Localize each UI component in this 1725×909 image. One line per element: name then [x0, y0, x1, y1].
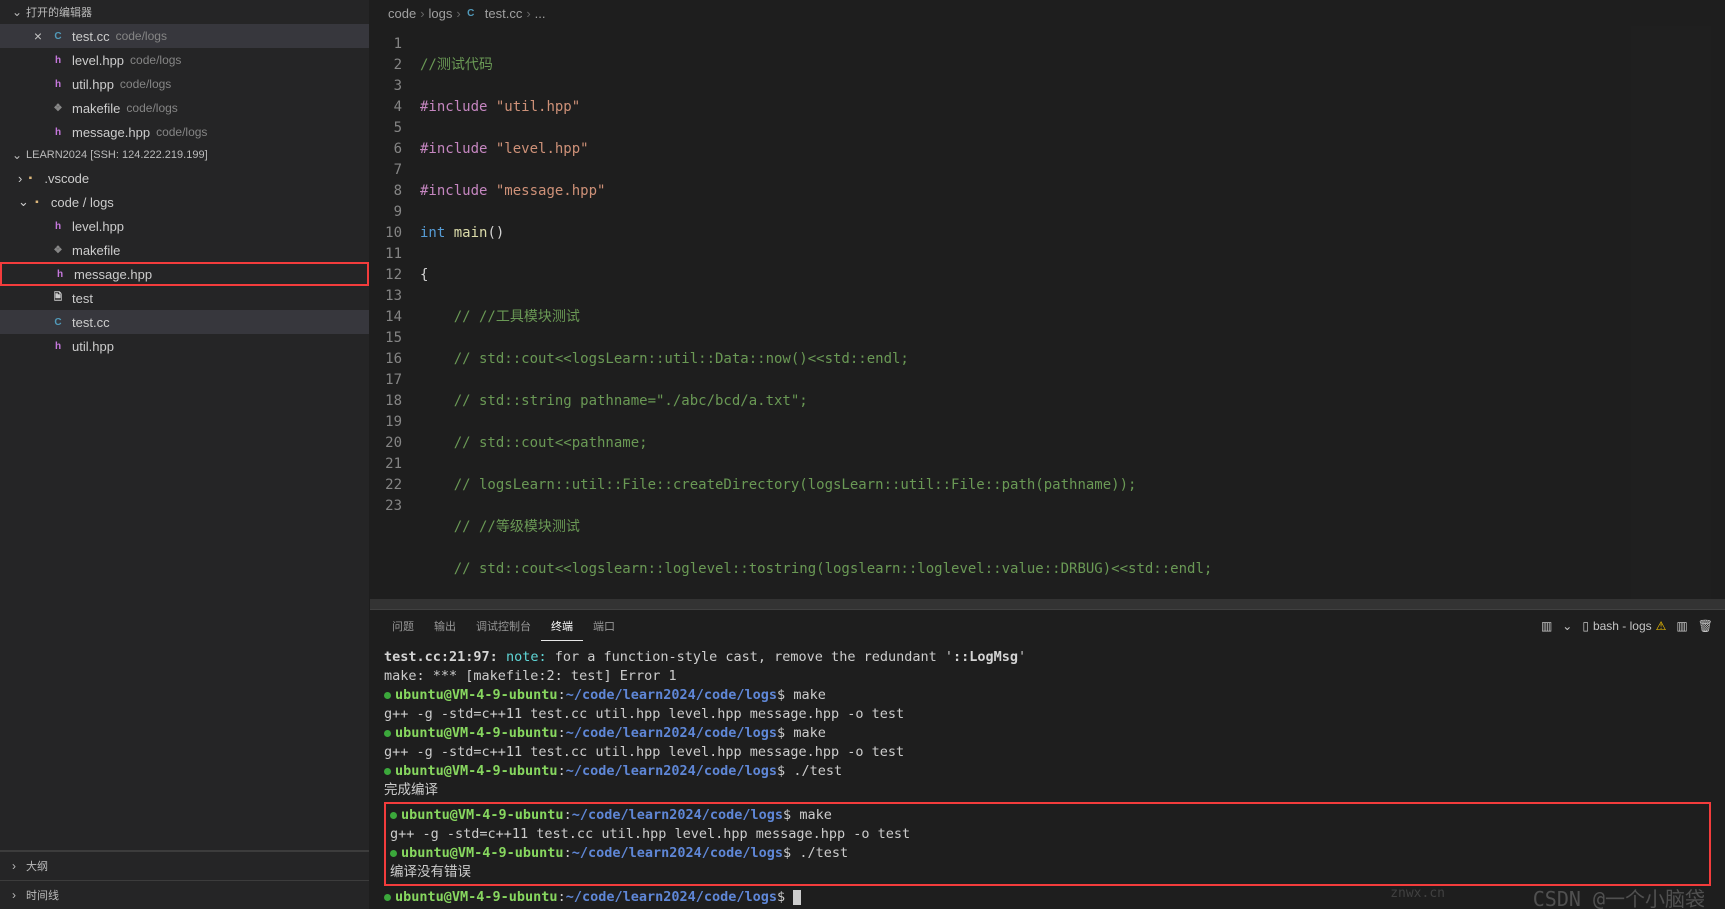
workspace-label: LEARN2024 [SSH: 124.222.219.199] — [26, 149, 208, 161]
tree-folder-vscode[interactable]: › ▪ .vscode — [0, 166, 369, 190]
chevron-right-icon: › — [12, 888, 22, 902]
file-path: code/logs — [120, 77, 171, 91]
timeline-header[interactable]: › 时间线 — [0, 880, 369, 909]
hpp-icon: h — [50, 124, 66, 140]
dot-icon — [390, 812, 397, 819]
code-editor[interactable]: 1234567891011121314151617181920212223 //… — [370, 26, 1725, 599]
open-editor-tab[interactable]: × C test.cc code/logs — [0, 24, 369, 48]
open-editors-header[interactable]: ⌄ 打开的编辑器 — [0, 0, 369, 24]
tree-file-message[interactable]: h message.hpp — [0, 262, 369, 286]
file-name: message.hpp — [72, 125, 150, 140]
folder-icon: ▪ — [29, 194, 45, 210]
file-name: test.cc — [72, 29, 110, 44]
line-gutter: 1234567891011121314151617181920212223 — [370, 26, 420, 599]
chevron-right-icon: › — [526, 6, 530, 21]
file-path: code/logs — [126, 101, 177, 115]
main-area: code › logs › C test.cc › ... 1234567891… — [370, 0, 1725, 909]
highlighted-terminal-block: ubuntu@VM-4-9-ubuntu:~/code/learn2024/co… — [384, 802, 1711, 886]
folder-icon: ▪ — [22, 170, 38, 186]
bottom-panel: 问题 输出 调试控制台 终端 端口 ▥ ⌄ ▯ bash - logs ⚠ ▥ … — [370, 609, 1725, 909]
chevron-down-icon: ⌄ — [12, 148, 22, 162]
tab-ports[interactable]: 端口 — [583, 612, 625, 640]
horizontal-scrollbar[interactable] — [370, 599, 1725, 609]
split-terminal-icon[interactable]: ▥ — [1676, 619, 1687, 633]
bash-icon: ▯ — [1582, 619, 1589, 633]
file-icon: 🗎 — [50, 290, 66, 306]
tree-file[interactable]: h level.hpp — [0, 214, 369, 238]
chevron-right-icon: › — [420, 6, 424, 21]
file-name: makefile — [72, 243, 120, 258]
panel-tabs: 问题 输出 调试控制台 终端 端口 ▥ ⌄ ▯ bash - logs ⚠ ▥ … — [370, 610, 1725, 642]
breadcrumb-item[interactable]: test.cc — [485, 6, 523, 21]
cpp-icon: C — [463, 5, 479, 21]
hpp-icon: h — [50, 52, 66, 68]
file-name: level.hpp — [72, 53, 124, 68]
dot-icon — [384, 894, 391, 901]
dot-icon — [384, 730, 391, 737]
trash-icon[interactable]: 🗑 — [1698, 619, 1713, 633]
dot-icon — [384, 768, 391, 775]
tree-file-testcc[interactable]: C test.cc — [0, 310, 369, 334]
tree-folder-code[interactable]: ⌄ ▪ code / logs — [0, 190, 369, 214]
file-path: code/logs — [130, 53, 181, 67]
minimap[interactable] — [1631, 26, 1711, 599]
code-content[interactable]: //测试代码 #include "util.hpp" #include "lev… — [420, 26, 1725, 599]
close-icon[interactable]: × — [30, 28, 46, 44]
file-name: test — [72, 291, 93, 306]
chevron-down-icon[interactable]: ⌄ — [1562, 619, 1572, 633]
file-path: code/logs — [116, 29, 167, 43]
file-path: code/logs — [156, 125, 207, 139]
sidebar: ⌄ 打开的编辑器 × C test.cc code/logs h level.h… — [0, 0, 370, 909]
chevron-right-icon: › — [456, 6, 460, 21]
cursor — [793, 890, 801, 905]
file-name: message.hpp — [74, 267, 152, 282]
open-editor-tab[interactable]: h message.hpp code/logs — [0, 120, 369, 144]
terminal-profile[interactable]: ▯ bash - logs ⚠ — [1582, 619, 1666, 633]
file-name: level.hpp — [72, 219, 124, 234]
timeline-label: 时间线 — [26, 887, 59, 903]
chevron-down-icon: ⌄ — [12, 5, 22, 19]
tab-output[interactable]: 输出 — [424, 612, 466, 640]
chevron-right-icon: › — [12, 859, 22, 873]
hpp-icon: h — [52, 266, 68, 282]
tree-file[interactable]: h util.hpp — [0, 334, 369, 358]
breadcrumb-item[interactable]: code — [388, 6, 416, 21]
folder-name: .vscode — [44, 171, 89, 186]
tab-debug-console[interactable]: 调试控制台 — [466, 612, 541, 640]
file-name: util.hpp — [72, 77, 114, 92]
tab-problems[interactable]: 问题 — [382, 612, 424, 640]
chevron-down-icon: ⌄ — [18, 194, 29, 210]
breadcrumb-item[interactable]: ... — [535, 6, 546, 21]
open-editors-label: 打开的编辑器 — [26, 4, 92, 20]
cpp-icon: C — [50, 314, 66, 330]
makefile-icon: ❖ — [50, 242, 66, 258]
terminal-name: bash - logs — [1593, 619, 1652, 633]
tree-file[interactable]: 🗎 test — [0, 286, 369, 310]
open-editor-tab[interactable]: h level.hpp code/logs — [0, 48, 369, 72]
tab-terminal[interactable]: 终端 — [541, 612, 583, 641]
dot-icon — [384, 692, 391, 699]
file-name: util.hpp — [72, 339, 114, 354]
split-editor-icon[interactable]: ▥ — [1541, 619, 1552, 633]
dot-icon — [390, 850, 397, 857]
breadcrumb-item[interactable]: logs — [429, 6, 453, 21]
workspace-header[interactable]: ⌄ LEARN2024 [SSH: 124.222.219.199] — [0, 144, 369, 166]
file-name: test.cc — [72, 315, 110, 330]
open-editor-tab[interactable]: h util.hpp code/logs — [0, 72, 369, 96]
outline-label: 大纲 — [26, 858, 48, 874]
hpp-icon: h — [50, 218, 66, 234]
hpp-icon: h — [50, 76, 66, 92]
cpp-icon: C — [50, 28, 66, 44]
terminal-output[interactable]: test.cc:21:97: note: for a function-styl… — [370, 642, 1725, 909]
tree-file[interactable]: ❖ makefile — [0, 238, 369, 262]
file-name: makefile — [72, 101, 120, 116]
makefile-icon: ❖ — [50, 100, 66, 116]
warning-icon: ⚠ — [1656, 619, 1667, 633]
outline-header[interactable]: › 大纲 — [0, 851, 369, 880]
folder-name: code / logs — [51, 195, 114, 210]
file-tree: › ▪ .vscode ⌄ ▪ code / logs h level.hpp … — [0, 166, 369, 358]
breadcrumb[interactable]: code › logs › C test.cc › ... — [370, 0, 1725, 26]
hpp-icon: h — [50, 338, 66, 354]
open-editor-tab[interactable]: ❖ makefile code/logs — [0, 96, 369, 120]
